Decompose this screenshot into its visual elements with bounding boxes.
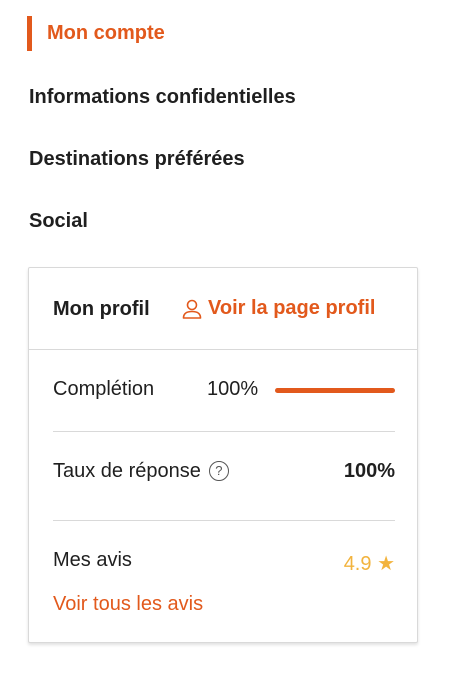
active-indicator: [27, 16, 32, 51]
profile-card: Mon profil Voir la page profil Complétio…: [28, 267, 418, 643]
response-rate-value: 100%: [343, 460, 395, 482]
view-profile-link[interactable]: Voir la page profil: [181, 297, 375, 320]
completion-label: Complétion: [53, 378, 155, 400]
nav-item-mon-compte[interactable]: Mon compte: [27, 16, 165, 51]
nav-item-social[interactable]: Social: [29, 210, 88, 233]
rating-value-group: 4.9 ★: [344, 551, 395, 576]
question-circle-icon[interactable]: ?: [208, 460, 229, 481]
completion-progress-fill: [275, 388, 395, 393]
profile-card-title: Mon profil: [53, 298, 150, 320]
completion-value: 100%: [207, 378, 259, 400]
divider: [53, 520, 395, 521]
nav-item-informations-confidentielles[interactable]: Informations confidentielles: [29, 86, 296, 109]
star-icon: ★: [377, 553, 395, 575]
view-profile-label: Voir la page profil: [208, 297, 376, 319]
reviews-label: Mes avis: [53, 549, 132, 571]
reviews-row: Mes avis 4.9 ★: [53, 549, 395, 577]
see-all-reviews-link[interactable]: Voir tous les avis: [53, 593, 203, 616]
divider: [53, 431, 395, 432]
user-icon: [182, 299, 202, 319]
nav-item-destinations-preferees[interactable]: Destinations préférées: [29, 148, 245, 171]
profile-card-header: Mon profil Voir la page profil: [29, 268, 417, 350]
response-rate-label-group: Taux de réponse?: [53, 460, 229, 483]
completion-progress-bar: [275, 388, 395, 393]
rating-value: 4.9: [343, 553, 372, 575]
nav-item-label: Mon compte: [47, 22, 165, 44]
response-rate-row: Taux de réponse? 100%: [53, 460, 395, 488]
completion-row: Complétion 100%: [53, 378, 395, 404]
response-rate-label: Taux de réponse: [53, 460, 201, 482]
